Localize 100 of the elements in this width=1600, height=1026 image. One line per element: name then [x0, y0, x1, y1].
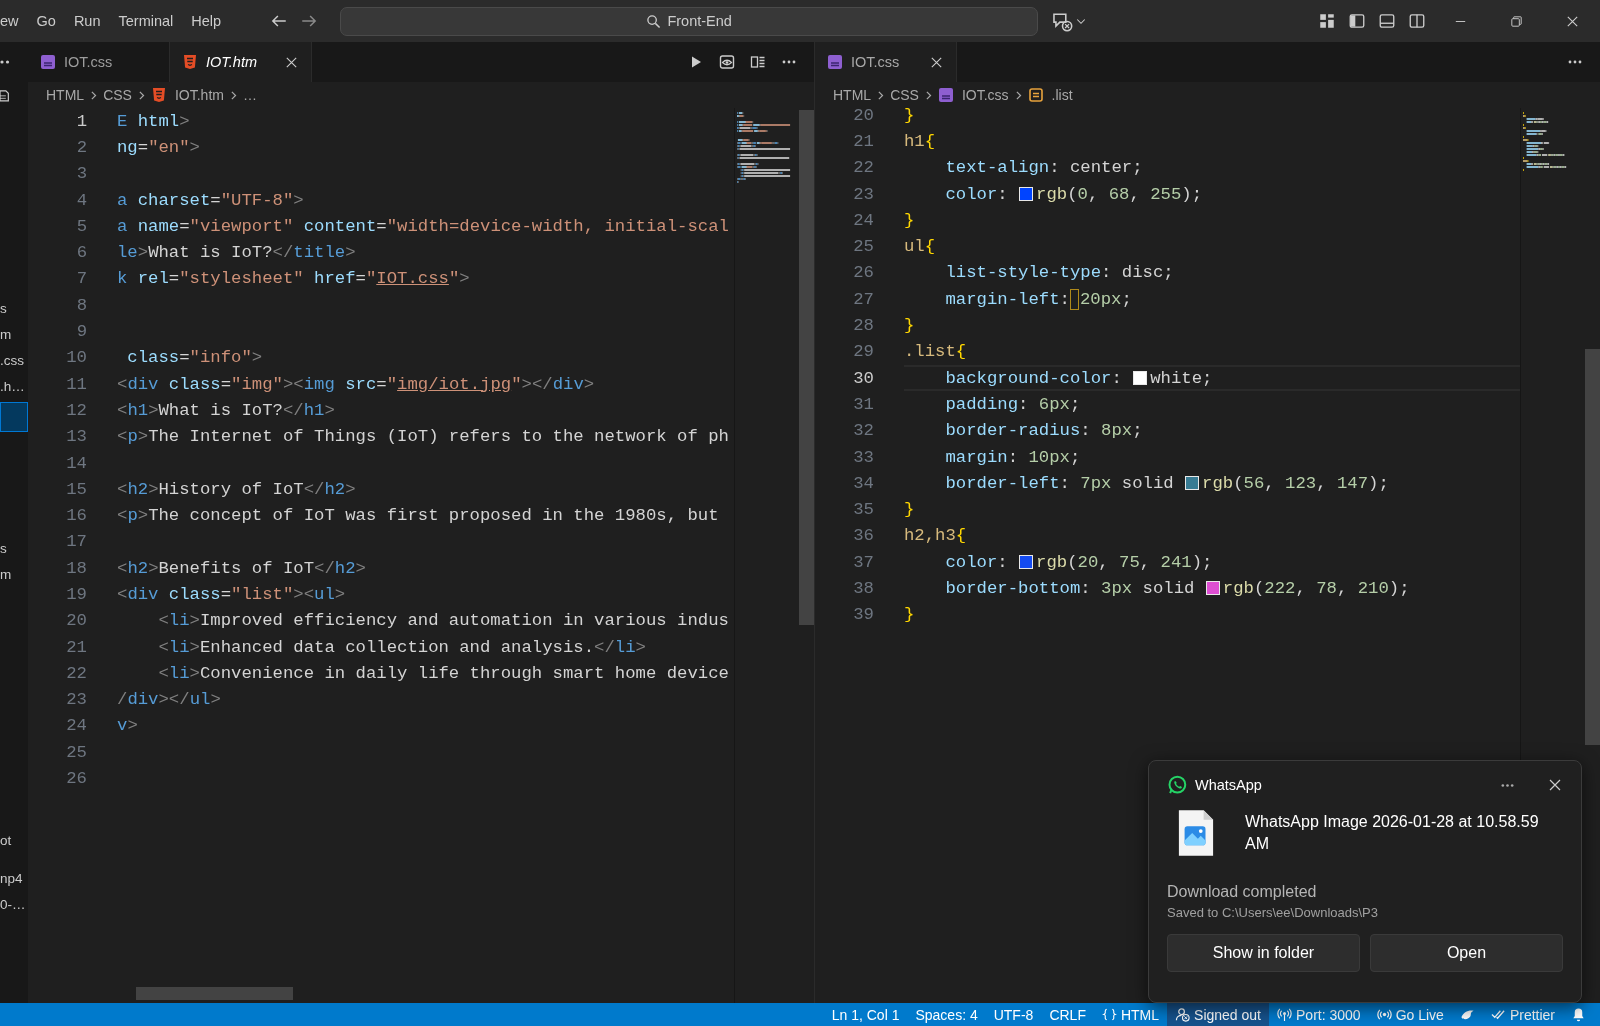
code-text: h1{ [904, 131, 936, 151]
code-text: } [904, 210, 915, 230]
explorer-item[interactable]: m [0, 322, 28, 348]
line-number: 25 [65, 742, 88, 762]
explorer-item[interactable]: np4 [0, 866, 28, 892]
code-text: k rel="stylesheet" href="IOT.css"> [117, 269, 470, 289]
explorer-item[interactable]: s [0, 536, 28, 562]
menu-item[interactable]: Help [182, 13, 231, 29]
bell-icon [1571, 1007, 1586, 1022]
split-toggle-icon[interactable] [1408, 12, 1426, 30]
breadcrumb-item[interactable]: HTML [46, 87, 85, 103]
editor-tab[interactable]: IOT.htm [170, 42, 312, 82]
line-number: 34 [852, 473, 875, 493]
menu-item[interactable]: Go [27, 13, 65, 29]
code-text: /div></ul> [117, 690, 221, 710]
scrollbar[interactable] [1585, 349, 1600, 745]
menu-item[interactable]: Terminal [109, 13, 183, 29]
code-text: margin: 10px; [944, 447, 1081, 467]
double-check-icon [1490, 1007, 1506, 1022]
line-number: 29 [852, 342, 875, 362]
notification-title: WhatsApp Image 2026-01-28 at 10.58.59 AM [1245, 812, 1540, 854]
line-number: 30 [852, 368, 875, 388]
color-swatch[interactable] [1019, 187, 1034, 202]
restore-icon[interactable] [1508, 13, 1524, 29]
menu-item[interactable]: Run [64, 13, 110, 29]
status-item[interactable]: Signed out [1167, 1003, 1269, 1026]
status-item[interactable]: CRLF [1041, 1003, 1094, 1026]
line-number: 23 [852, 184, 875, 204]
explorer-item[interactable]: ot [0, 828, 28, 854]
panel-toggle-icon[interactable] [1378, 12, 1396, 30]
color-swatch[interactable] [1019, 555, 1034, 570]
line-number: 11 [65, 374, 88, 394]
breadcrumb-item[interactable]: IOT.htm [150, 87, 224, 103]
search-field[interactable]: Front-End [340, 6, 1039, 36]
line-number: 7 [75, 269, 88, 289]
code-text: rgb(0, 68, 255); [1036, 184, 1203, 204]
status-item[interactable]: Spaces: 4 [907, 1003, 986, 1026]
breadcrumb-item[interactable]: CSS [103, 87, 132, 103]
preview-icon[interactable] [719, 54, 735, 70]
search-icon [646, 13, 662, 29]
braces-icon [1101, 1007, 1117, 1022]
status-item[interactable]: Port: 3000 [1269, 1003, 1369, 1026]
line-number: 22 [852, 158, 875, 178]
symbol-icon [1027, 87, 1044, 103]
status-item[interactable]: Prettier [1482, 1003, 1563, 1026]
breadcrumb-item[interactable]: IOT.css [937, 87, 1009, 103]
explorer-item[interactable]: 0-… [0, 892, 28, 918]
broadcast-icon [1277, 1007, 1292, 1022]
code-text: white; [1150, 368, 1213, 388]
notification-button[interactable]: Open [1370, 934, 1563, 972]
status-item[interactable]: UTF-8 [985, 1003, 1042, 1026]
line-number: 36 [852, 526, 875, 546]
chat-icon[interactable] [1052, 10, 1074, 32]
explorer-item[interactable] [0, 402, 28, 432]
status-item[interactable]: Ln 1, Col 1 [823, 1003, 908, 1026]
code-text: ul{ [904, 237, 936, 257]
line-number: 8 [75, 295, 88, 315]
status-item[interactable]: Go Live [1368, 1003, 1452, 1026]
color-swatch[interactable] [1133, 371, 1148, 386]
code-text: a charset="UTF-8"> [117, 190, 304, 210]
code-text: <li>Enhanced data collection and analysis.</li> [157, 637, 646, 657]
close-icon[interactable] [1547, 777, 1563, 793]
breadcrumb-item[interactable]: … [242, 87, 257, 103]
line-number: 4 [75, 190, 88, 210]
breadcrumb-item[interactable]: .list [1027, 87, 1073, 103]
color-swatch[interactable] [1185, 476, 1200, 491]
menu-item[interactable]: ew [0, 13, 28, 29]
breadcrumb-item[interactable]: HTML [833, 87, 872, 103]
code-text: <h2>Benefits of IoT</h2> [117, 558, 366, 578]
explorer-item[interactable]: m [0, 562, 28, 588]
line-number: 2 [75, 137, 88, 157]
line-number: 25 [852, 237, 875, 257]
line-number: 22 [65, 663, 88, 683]
color-swatch[interactable] [1205, 581, 1220, 596]
editor-tab[interactable]: IOT.css [815, 42, 957, 82]
code-text: border-bottom: 3px solid [944, 579, 1196, 598]
notification-button[interactable]: Show in folder [1167, 934, 1360, 972]
radio-waves-icon [1376, 1007, 1392, 1022]
line-number: 18 [65, 558, 88, 578]
scrollbar[interactable] [799, 110, 814, 625]
sidebar-toggle-icon[interactable] [1348, 12, 1366, 30]
document-icon[interactable] [0, 88, 10, 102]
explorer-item[interactable]: s [0, 296, 28, 322]
layout-icon[interactable] [1318, 12, 1336, 30]
code-text: rgb(56, 123, 147); [1202, 473, 1389, 493]
explorer-item[interactable]: .css [0, 348, 28, 374]
breadcrumb-item[interactable]: CSS [890, 87, 919, 103]
status-item[interactable]: HTML [1093, 1003, 1168, 1026]
code-text: <h2>History of IoT</h2> [117, 479, 356, 499]
line-number: 24 [852, 210, 875, 230]
code-text: a name="viewport" content="width=device-width, initial-scal [117, 216, 729, 236]
split-editor-icon[interactable] [750, 54, 766, 70]
chat-app-icon [1167, 775, 1187, 795]
scrollbar[interactable] [136, 987, 293, 1000]
explorer-item[interactable]: .h… [0, 374, 28, 400]
code-text: } [904, 316, 915, 335]
code-text: border-radius: 8px; [944, 421, 1143, 441]
line-number: 26 [65, 769, 88, 789]
code-text: padding: 6px; [944, 394, 1081, 414]
css-file-icon [827, 54, 843, 70]
